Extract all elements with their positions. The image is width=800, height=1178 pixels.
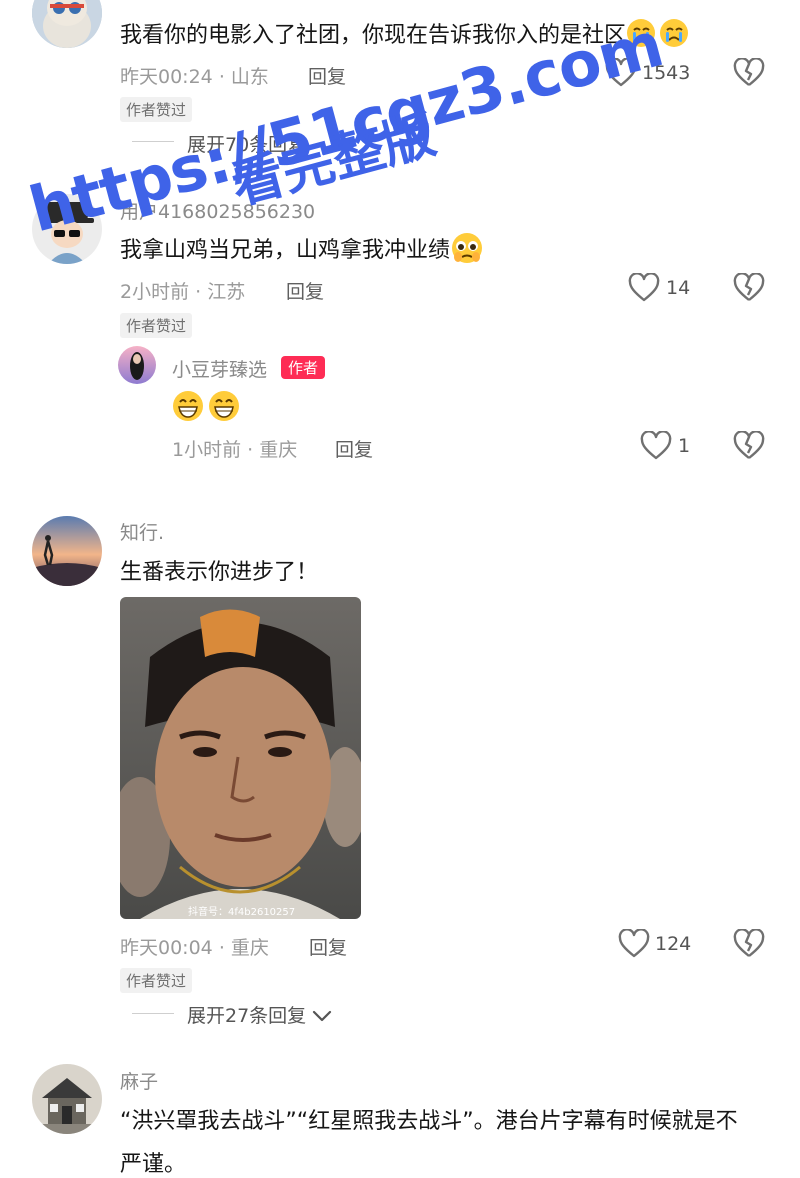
pleading-emoji-icon xyxy=(450,232,484,270)
chevron-down-icon xyxy=(312,1006,332,1028)
comment-meta: 昨天00:04 · 重庆 xyxy=(120,937,269,959)
expand-replies-button[interactable]: 展开27条回复 xyxy=(187,1001,332,1028)
comment-text: 生番表示你进步了！ xyxy=(120,560,319,585)
grinning-emoji-icon xyxy=(172,390,244,426)
comment-image[interactable]: 抖音号：4f4b2610257 xyxy=(120,597,361,919)
author-liked-badge: 作者赞过 xyxy=(120,968,193,993)
avatar[interactable] xyxy=(32,1064,102,1134)
reply-button[interactable]: 回复 xyxy=(335,435,373,462)
image-watermark-caption: 抖音号：4f4b2610257 xyxy=(188,907,296,918)
broken-heart-icon[interactable] xyxy=(733,928,765,963)
username[interactable]: 小豆芽臻选 xyxy=(172,355,267,382)
avatar[interactable] xyxy=(118,346,156,384)
author-liked-badge: 作者赞过 xyxy=(120,313,193,338)
like-count: 14 xyxy=(666,277,691,299)
author-tag: 作者 xyxy=(281,356,326,379)
heart-icon[interactable] xyxy=(618,928,650,963)
comment-text-line: 严谨。 xyxy=(120,1152,187,1177)
heart-icon[interactable] xyxy=(640,430,672,465)
avatar[interactable] xyxy=(32,0,102,48)
like-count: 1 xyxy=(678,435,691,457)
comment-meta: 2小时前 · 江苏 xyxy=(120,281,246,303)
comment-text: 我拿山鸡当兄弟，山鸡拿我冲业绩 xyxy=(120,232,484,270)
username[interactable]: 知行. xyxy=(120,518,164,545)
comment-meta: 1小时前 · 重庆 xyxy=(172,439,298,461)
broken-heart-icon[interactable] xyxy=(733,272,765,307)
like-count: 124 xyxy=(655,933,692,955)
expand-divider xyxy=(132,1013,174,1014)
reply-button[interactable]: 回复 xyxy=(286,277,324,304)
reply-button[interactable]: 回复 xyxy=(309,933,347,960)
heart-icon[interactable] xyxy=(628,272,660,307)
username[interactable]: 麻子 xyxy=(120,1067,158,1094)
comment-text-line: “洪兴罩我去战斗”“红星照我去战斗”。港台片字幕有时候就是不 xyxy=(120,1109,738,1134)
comment-meta: 昨天00:24 · 山东 xyxy=(120,66,269,88)
author-liked-badge: 作者赞过 xyxy=(120,97,193,122)
broken-heart-icon[interactable] xyxy=(733,430,765,465)
avatar[interactable] xyxy=(32,516,102,586)
reply-button[interactable]: 回复 xyxy=(308,62,346,89)
broken-heart-icon[interactable] xyxy=(733,57,765,92)
